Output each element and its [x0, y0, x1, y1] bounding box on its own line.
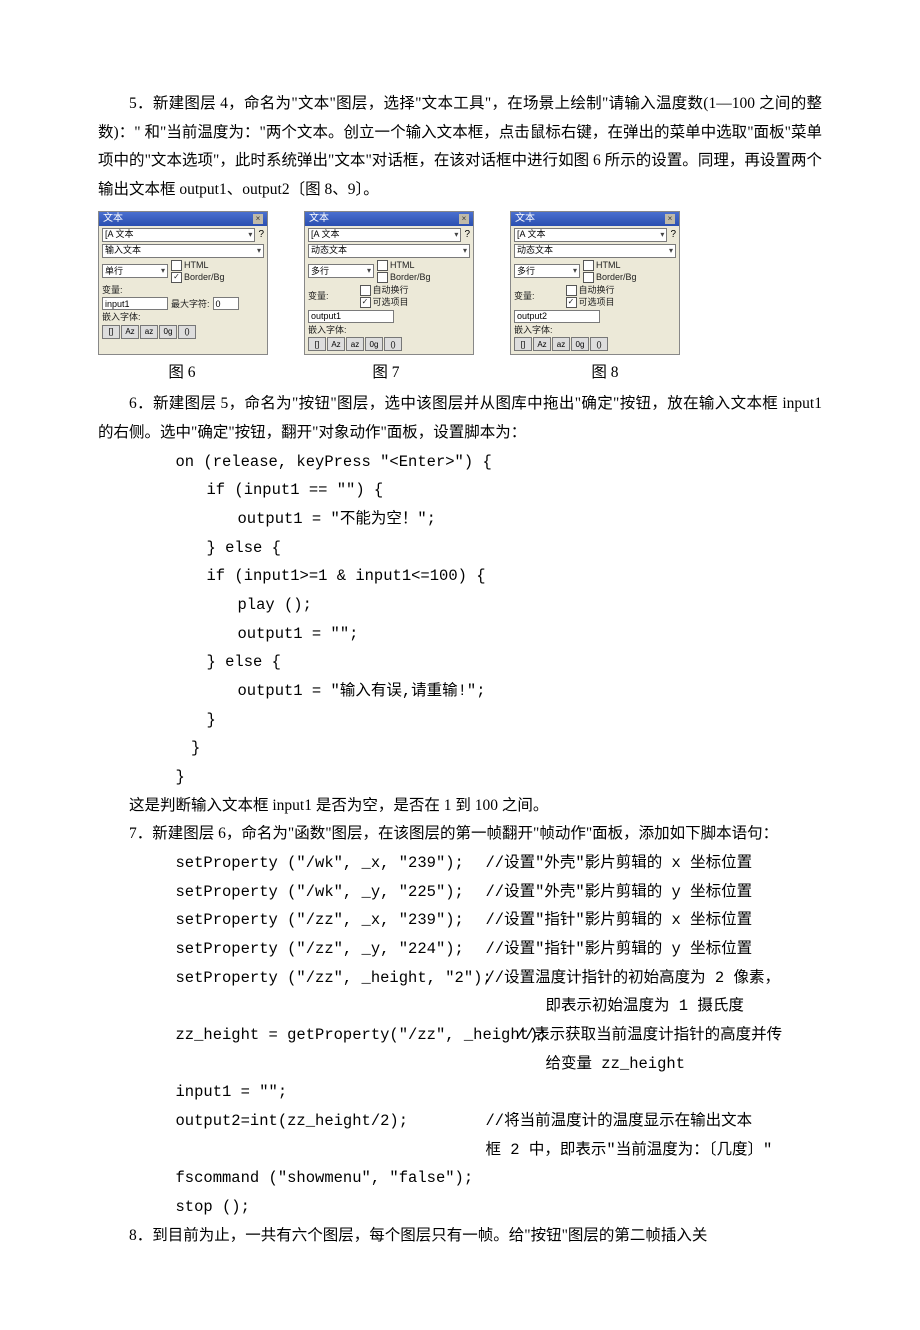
embed-btn[interactable]: Az — [533, 337, 551, 351]
embed-btn[interactable]: [] — [102, 325, 120, 339]
embed-btn[interactable]: az — [552, 337, 570, 351]
code-line: } — [98, 763, 822, 792]
close-icon[interactable]: × — [253, 214, 263, 224]
line-select[interactable]: 单行▾ — [102, 264, 168, 278]
code-comment: //表示获取当前温度计指针的高度并传 — [516, 1021, 783, 1050]
captions-row: 图 6 图 7 图 8 — [98, 359, 822, 388]
paragraph-7: 7．新建图层 6，命名为"函数"图层，在该图层的第一帧翻开"帧动作"面板，添加如… — [98, 820, 822, 849]
embed-btn[interactable]: () — [590, 337, 608, 351]
variable-input[interactable]: output2 — [514, 310, 600, 323]
embed-btn[interactable]: az — [140, 325, 158, 339]
html-checkbox[interactable] — [171, 260, 182, 271]
code-block-7: setProperty ("/wk", _x, "239");//设置"外壳"影… — [98, 849, 822, 1222]
code-line: play (); — [98, 591, 822, 620]
code-line: } — [98, 706, 822, 735]
html-checkbox[interactable] — [377, 260, 388, 271]
code-stmt: setProperty ("/zz", _y, "224"); — [176, 935, 486, 964]
type-select[interactable]: 动态文本▾ — [308, 244, 470, 258]
caption-6: 图 6 — [98, 359, 266, 388]
code-stmt: zz_height = getProperty("/zz", _height); — [176, 1021, 516, 1050]
code-stmt: setProperty ("/wk", _x, "239"); — [176, 849, 486, 878]
wrap-checkbox[interactable] — [360, 285, 371, 296]
code-line: on (release, keyPress "<Enter>") { — [98, 448, 822, 477]
code-comment: //设置"指针"影片剪辑的 y 坐标位置 — [486, 935, 753, 964]
paragraph-5: 5．新建图层 4，命名为"文本"图层，选择"文本工具"，在场景上绘制"请输入温度… — [98, 90, 822, 205]
variable-input[interactable]: input1 — [102, 297, 168, 310]
code-comment: //设置温度计指针的初始高度为 2 像素， — [486, 964, 781, 993]
embed-btn[interactable]: 0g — [365, 337, 383, 351]
code-stmt: setProperty ("/wk", _y, "225"); — [176, 878, 486, 907]
selectable-checkbox[interactable]: ✓ — [360, 297, 371, 308]
code-comment: 框 2 中，即表示"当前温度为：〔几度〕" — [486, 1136, 773, 1165]
panel-titlebar: 文本 × — [511, 212, 679, 226]
type-select[interactable]: 动态文本▾ — [514, 244, 676, 258]
code-comment: //设置"外壳"影片剪辑的 x 坐标位置 — [486, 849, 753, 878]
wrap-checkbox[interactable] — [566, 285, 577, 296]
panel-titlebar: 文本 × — [305, 212, 473, 226]
caption-7: 图 7 — [302, 359, 470, 388]
code-line: } — [98, 734, 822, 763]
tab-select[interactable]: [A 文本▾ — [514, 228, 667, 242]
paragraph-6a: 6．新建图层 5，命名为"按钮"图层，选中该图层并从图库中拖出"确定"按钮，放在… — [98, 390, 822, 447]
code-line: fscommand ("showmenu", "false"); — [176, 1164, 823, 1193]
code-comment: 给变量 zz_height — [546, 1050, 686, 1079]
code-comment: //设置"指针"影片剪辑的 x 坐标位置 — [486, 906, 753, 935]
text-panel-fig8: 文本 × [A 文本▾? 动态文本▾ 多行▾ HTML Border/Bg 变量… — [510, 211, 680, 356]
caption-8: 图 8 — [506, 359, 700, 388]
tab-select[interactable]: [A 文本▾ — [308, 228, 461, 242]
embed-btn[interactable]: Az — [327, 337, 345, 351]
close-icon[interactable]: × — [459, 214, 469, 224]
embed-btn[interactable]: az — [346, 337, 364, 351]
border-checkbox[interactable] — [377, 272, 388, 283]
panel-title-text: 文本 — [103, 213, 123, 225]
paragraph-6b: 这是判断输入文本框 input1 是否为空，是否在 1 到 100 之间。 — [98, 792, 822, 821]
code-stmt: setProperty ("/zz", _x, "239"); — [176, 906, 486, 935]
border-checkbox[interactable] — [583, 272, 594, 283]
close-icon[interactable]: × — [665, 214, 675, 224]
panel-titlebar: 文本 × — [99, 212, 267, 226]
code-comment: //将当前温度计的温度显示在输出文本 — [486, 1107, 753, 1136]
line-select[interactable]: 多行▾ — [514, 264, 580, 278]
code-line: } else { — [98, 534, 822, 563]
code-line: input1 = ""; — [176, 1078, 823, 1107]
code-stmt: output2=int(zz_height/2); — [176, 1107, 486, 1136]
type-select[interactable]: 输入文本▾ — [102, 244, 264, 258]
embed-btn[interactable]: Az — [121, 325, 139, 339]
border-checkbox[interactable]: ✓ — [171, 272, 182, 283]
paragraph-8: 8．到目前为止，一共有六个图层，每个图层只有一帧。给"按钮"图层的第二帧插入关 — [98, 1222, 822, 1251]
panels-row: 文本 × [A 文本▾? 输入文本▾ 单行▾ HTML ✓Border/Bg 变… — [98, 211, 822, 356]
text-panel-fig6: 文本 × [A 文本▾? 输入文本▾ 单行▾ HTML ✓Border/Bg 变… — [98, 211, 268, 356]
code-line: output1 = ""; — [98, 620, 822, 649]
embed-btn[interactable]: [] — [308, 337, 326, 351]
embed-btn[interactable]: () — [384, 337, 402, 351]
code-line: if (input1 == "") { — [98, 476, 822, 505]
line-select[interactable]: 多行▾ — [308, 264, 374, 278]
variable-input[interactable]: output1 — [308, 310, 394, 323]
embed-btn[interactable]: 0g — [159, 325, 177, 339]
code-line: output1 = "输入有误,请重输!"; — [98, 677, 822, 706]
html-checkbox[interactable] — [583, 260, 594, 271]
tab-select[interactable]: [A 文本▾ — [102, 228, 255, 242]
embed-btn[interactable]: [] — [514, 337, 532, 351]
code-stmt: setProperty ("/zz", _height, "2"); — [176, 964, 486, 993]
code-comment: //设置"外壳"影片剪辑的 y 坐标位置 — [486, 878, 753, 907]
code-line: if (input1>=1 & input1<=100) { — [98, 562, 822, 591]
code-line: output1 = "不能为空！"; — [98, 505, 822, 534]
embed-btn[interactable]: () — [178, 325, 196, 339]
embed-btn[interactable]: 0g — [571, 337, 589, 351]
code-line: stop (); — [176, 1193, 823, 1222]
selectable-checkbox[interactable]: ✓ — [566, 297, 577, 308]
text-panel-fig7: 文本 × [A 文本▾? 动态文本▾ 多行▾ HTML Border/Bg 变量… — [304, 211, 474, 356]
code-comment: 即表示初始温度为 1 摄氏度 — [546, 992, 744, 1021]
maxchar-input[interactable]: 0 — [213, 297, 239, 310]
code-line: } else { — [98, 648, 822, 677]
